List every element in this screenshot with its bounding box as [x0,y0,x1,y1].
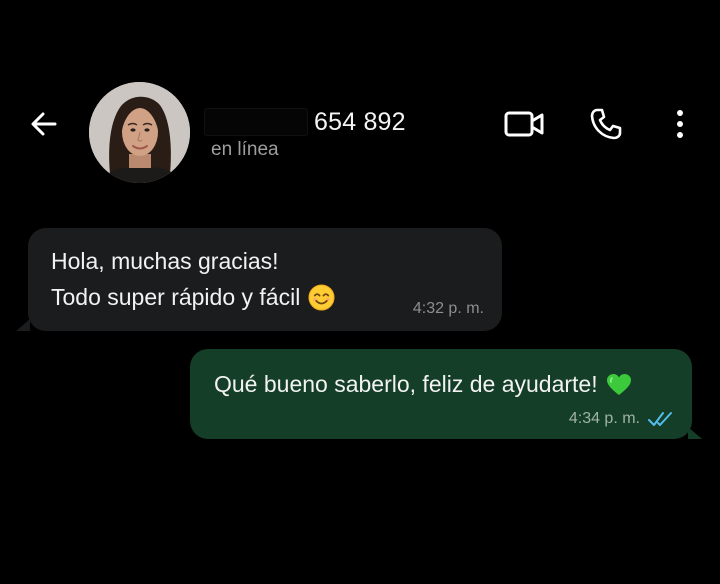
message-text-line-1: Hola, muchas gracias! [51,248,279,274]
back-button[interactable] [24,104,64,144]
bubble-tail [688,427,702,439]
message-text: Qué bueno saberlo, feliz de ayudarte! [214,371,598,397]
message-time: 4:32 p. m. [412,300,484,317]
double-check-icon [648,412,672,426]
contact-name-area[interactable]: 654 892 [204,102,406,142]
message-time: 4:34 p. m. [568,410,640,427]
voice-call-button[interactable] [584,104,628,144]
video-camera-icon [504,111,544,137]
video-call-button[interactable] [500,104,548,144]
presence-status: en línea [211,139,279,160]
contact-name: 654 892 [314,107,406,136]
avatar[interactable] [89,82,190,183]
arrow-left-icon [31,112,57,136]
chat-header: 654 892 en línea [0,0,720,200]
more-vertical-icon [677,110,683,138]
message-text-row: Qué bueno saberlo, feliz de ayudarte! [214,371,632,398]
message-text: Todo super rápido y fácil [51,284,301,310]
green-heart-icon [606,373,631,395]
smiling-face-icon [308,284,335,311]
outgoing-message[interactable]: Qué bueno saberlo, feliz de ayudarte! 4:… [190,349,702,439]
incoming-message[interactable]: Hola, muchas gracias! Todo super rápido … [16,228,502,331]
contact-photo [89,82,190,183]
more-options-button[interactable] [664,104,696,144]
redacted-name [204,108,308,136]
message-text-line-2: Todo super rápido y fácil [51,284,335,311]
bubble-tail [16,319,30,331]
phone-icon [590,108,622,140]
